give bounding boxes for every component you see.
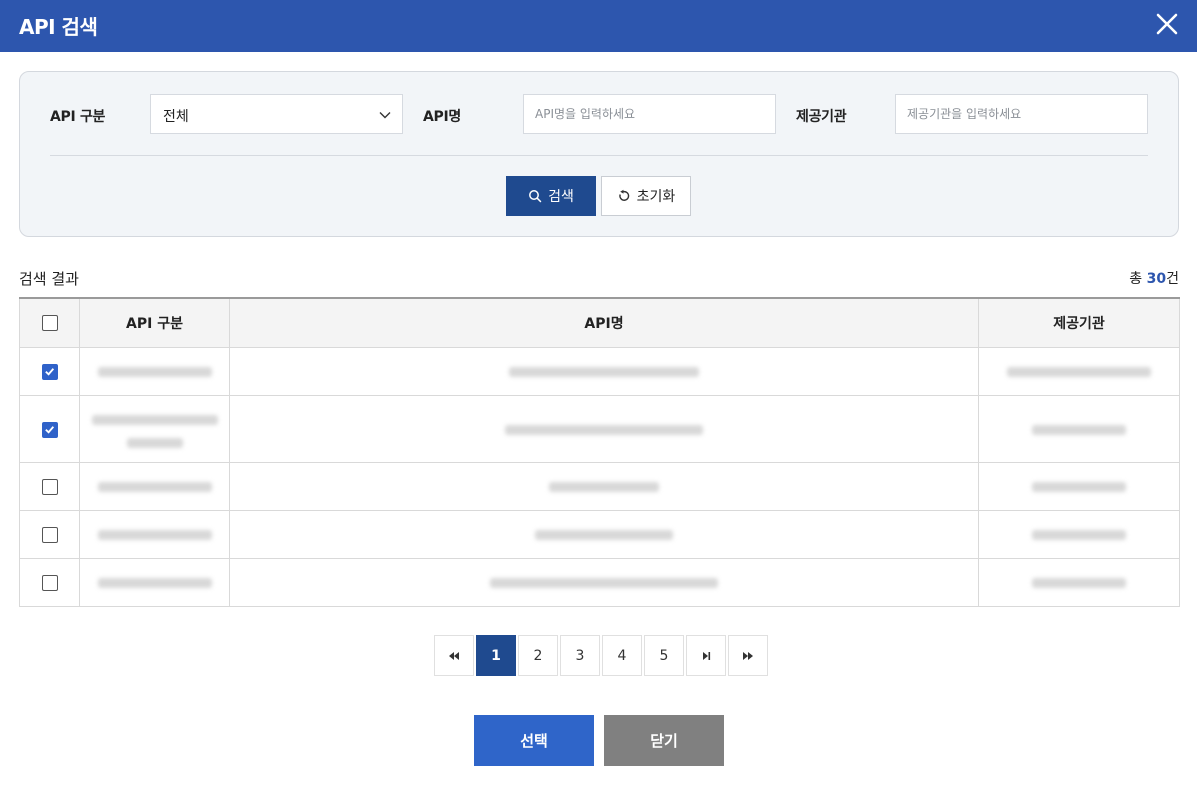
first-page-icon [449, 651, 459, 660]
page-button-5[interactable]: 5 [644, 635, 684, 676]
page-button-4[interactable]: 4 [602, 635, 642, 676]
api-type-select[interactable]: 전체 [150, 94, 403, 134]
select-all-checkbox[interactable] [41, 314, 58, 331]
reset-icon [618, 189, 629, 201]
redacted-provider [1032, 530, 1126, 540]
row-checkbox[interactable] [41, 364, 58, 380]
page-button-1[interactable]: 1 [476, 635, 516, 676]
last-page-button[interactable] [686, 635, 726, 676]
next-group-icon [743, 651, 753, 660]
redacted-api-type [97, 367, 212, 377]
redacted-provider [1032, 578, 1126, 588]
column-header-api-name: API명 [229, 297, 979, 348]
redacted-api-name [549, 482, 659, 492]
table-row[interactable] [19, 394, 1180, 463]
table-row[interactable] [19, 557, 1180, 607]
results-table: API 구분 API명 제공기관 [19, 297, 1180, 607]
page-button-2[interactable]: 2 [518, 635, 558, 676]
results-title: 검색 결과 [19, 270, 79, 288]
row-checkbox[interactable] [41, 479, 58, 495]
redacted-api-name [490, 578, 718, 588]
redacted-provider [1032, 424, 1126, 435]
redacted-provider [1032, 482, 1126, 492]
dialog-header: API 검색 [0, 0, 1197, 52]
row-checkbox[interactable] [41, 421, 58, 438]
next-group-button[interactable] [728, 635, 768, 676]
total-prefix: 총 [1129, 271, 1147, 287]
redacted-api-type [97, 530, 212, 540]
chevron-down-icon [379, 112, 391, 119]
select-button[interactable]: 선택 [474, 715, 594, 766]
api-name-label: API명 [423, 109, 461, 125]
api-type-value: 전체 [163, 109, 189, 125]
reset-button-label: 초기화 [636, 188, 676, 204]
results-total: 총 30건 [1129, 268, 1179, 288]
redacted-api-type [97, 482, 212, 492]
close-button[interactable]: 닫기 [604, 715, 724, 766]
redacted-provider [1007, 367, 1151, 377]
provider-input[interactable] [895, 94, 1148, 134]
checkmark-icon [44, 368, 54, 376]
redacted-api-name [505, 424, 703, 435]
redacted-api-name [535, 530, 673, 540]
api-name-input[interactable] [523, 94, 776, 134]
search-button-label: 검색 [548, 188, 574, 204]
table-row[interactable] [19, 461, 1180, 511]
search-button[interactable]: 검색 [506, 176, 596, 216]
column-header-provider: 제공기관 [978, 297, 1180, 348]
table-row[interactable] [19, 346, 1180, 396]
table-header-row: API 구분 API명 제공기관 [19, 297, 1180, 348]
dialog-title: API 검색 [19, 15, 98, 39]
redacted-api-type-line2 [126, 437, 183, 448]
filter-divider [50, 155, 1148, 156]
redacted-api-name [509, 367, 699, 377]
search-filter-panel: API 구분 전체 API명 제공기관 검색 초기화 [19, 71, 1179, 237]
reset-button[interactable]: 초기화 [601, 176, 691, 216]
search-icon [529, 190, 542, 203]
row-checkbox[interactable] [41, 527, 58, 543]
column-header-api-type: API 구분 [79, 297, 230, 348]
redacted-api-type [97, 578, 212, 588]
first-page-button[interactable] [434, 635, 474, 676]
total-count: 30 [1146, 271, 1167, 287]
provider-label: 제공기관 [796, 109, 847, 125]
total-suffix: 건 [1166, 271, 1179, 287]
checkmark-icon [44, 425, 54, 434]
table-row[interactable] [19, 509, 1180, 559]
select-all-cell [19, 297, 80, 348]
close-icon[interactable] [1153, 10, 1181, 38]
page-button-3[interactable]: 3 [560, 635, 600, 676]
api-type-label: API 구분 [50, 109, 106, 125]
redacted-api-type [91, 414, 218, 425]
pagination: 1 2 3 4 5 [434, 635, 768, 676]
row-checkbox[interactable] [41, 575, 58, 591]
last-page-icon [703, 651, 711, 660]
